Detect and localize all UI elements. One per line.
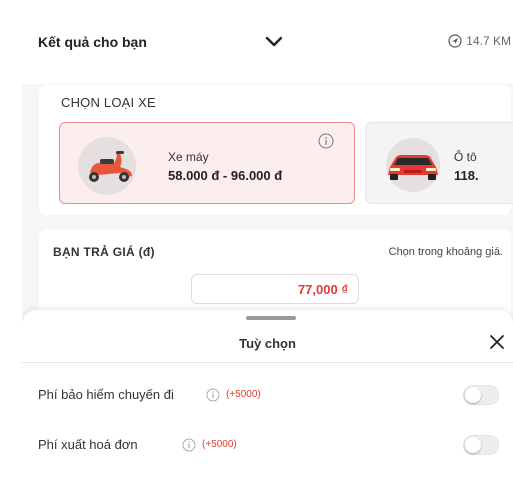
vehicle-option-car[interactable]: Ô tô 118. bbox=[365, 122, 513, 204]
toggle-knob bbox=[465, 437, 481, 453]
option-label: Phí xuất hoá đơn bbox=[38, 437, 138, 452]
option-row-invoice: Phí xuất hoá đơn (+5000) bbox=[22, 430, 513, 460]
price-value: 77,000 ₫ bbox=[297, 282, 348, 297]
info-icon[interactable] bbox=[182, 438, 196, 452]
chevron-down-icon[interactable] bbox=[262, 32, 286, 52]
navigation-icon bbox=[448, 34, 462, 48]
distance-readout: 14.7 KM bbox=[448, 34, 511, 48]
trip-insurance-toggle[interactable] bbox=[463, 385, 499, 405]
info-icon[interactable] bbox=[318, 133, 334, 149]
vehicle-price: 58.000 đ - 96.000 đ bbox=[168, 168, 283, 183]
close-icon[interactable] bbox=[487, 332, 507, 352]
sheet-drag-handle[interactable] bbox=[246, 316, 296, 320]
distance-value: 14.7 KM bbox=[466, 34, 511, 48]
options-bottom-sheet: Tuỳ chọn Phí bảo hiểm chuyến đi (+5000) … bbox=[22, 310, 513, 482]
header-title: Kết quả cho bạn bbox=[38, 34, 147, 50]
vehicle-section-title: CHỌN LOẠI XE bbox=[61, 95, 156, 110]
option-extra-fee: (+5000) bbox=[202, 439, 237, 450]
vehicle-price: 118. bbox=[454, 168, 479, 183]
vehicle-option-motorbike[interactable]: Xe máy 58.000 đ - 96.000 đ bbox=[59, 122, 355, 204]
invoice-toggle[interactable] bbox=[463, 435, 499, 455]
price-offer-card: BẠN TRẢ GIÁ (đ) Chọn trong khoảng giá. 7… bbox=[39, 229, 511, 319]
vehicle-name: Ô tô bbox=[454, 150, 477, 164]
sheet-title: Tuỳ chọn bbox=[239, 336, 296, 351]
price-section-title: BẠN TRẢ GIÁ (đ) bbox=[53, 245, 155, 259]
divider bbox=[22, 362, 513, 363]
car-icon bbox=[388, 155, 438, 180]
vehicle-name: Xe máy bbox=[168, 150, 209, 164]
option-row-trip-insurance: Phí bảo hiểm chuyến đi (+5000) bbox=[22, 380, 513, 410]
info-icon[interactable] bbox=[206, 388, 220, 402]
price-input[interactable]: 77,000 ₫ bbox=[191, 274, 359, 304]
header: Kết quả cho bạn 14.7 KM bbox=[22, 0, 513, 84]
toggle-knob bbox=[465, 387, 481, 403]
option-label: Phí bảo hiểm chuyến đi bbox=[38, 387, 174, 402]
app-screen: Kết quả cho bạn 14.7 KM CHỌN LOẠI XE Xe … bbox=[22, 0, 513, 482]
vehicle-type-card: CHỌN LOẠI XE Xe máy 58.000 đ - 96.000 đ bbox=[39, 85, 513, 215]
price-hint: Chọn trong khoảng giá. bbox=[388, 246, 503, 258]
option-extra-fee: (+5000) bbox=[226, 389, 261, 400]
scooter-icon bbox=[89, 151, 132, 182]
